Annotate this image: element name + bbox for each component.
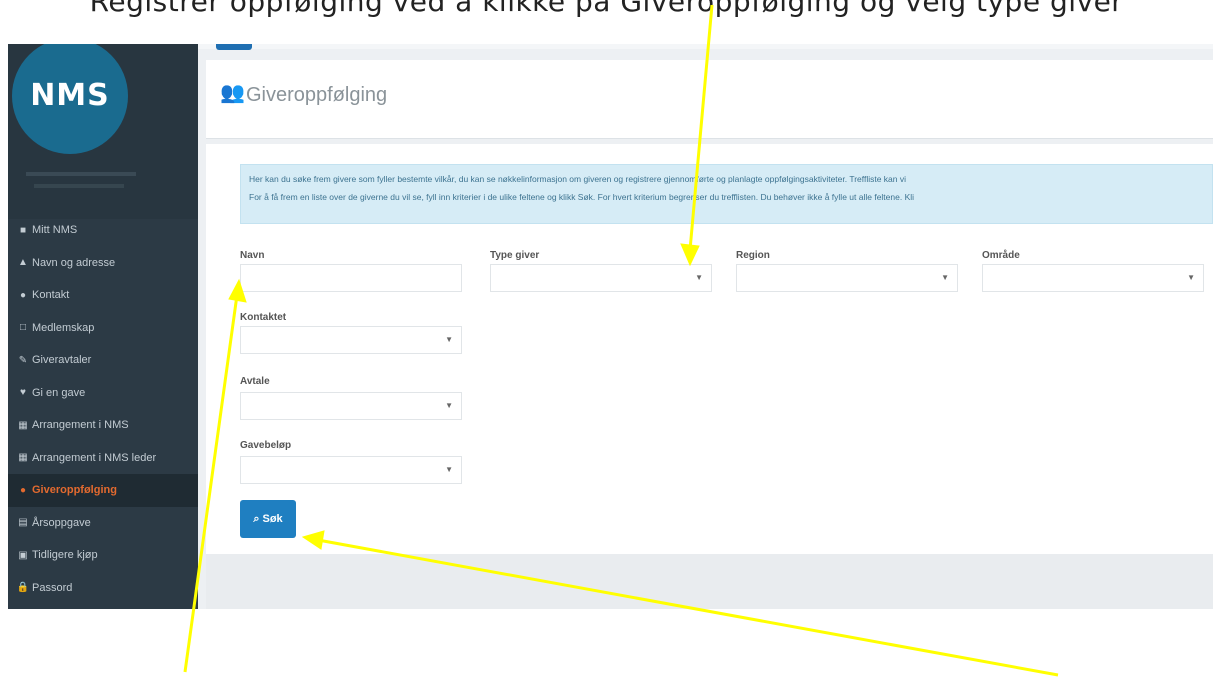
app-screenshot: NMS ■ Mitt NMS ▲ Navn og adresse ● Kontakt … [8, 44, 1213, 609]
sidebar-item-giveroppfolging[interactable]: ● Giveroppfølging [8, 474, 198, 507]
search-button[interactable]: ⌕ Søk [240, 500, 296, 538]
chevron-down-icon: ▼ [445, 401, 453, 410]
region-label: Region [736, 250, 770, 261]
chevron-down-icon: ▼ [1187, 273, 1195, 282]
sidebar-item-label: Arrangement i NMS leder [32, 451, 157, 464]
users-icon: 👥 [220, 82, 245, 104]
sidebar-item-label: Medlemskap [32, 321, 95, 334]
sidebar-item-label: Kontakt [32, 289, 70, 302]
kontaktet-select[interactable]: ▼ [240, 326, 462, 354]
sidebar-item-label: Giveroppfølging [32, 484, 117, 497]
users-icon: ● [19, 484, 27, 496]
top-bar [198, 44, 1213, 49]
page-title: Giveroppfølging [246, 84, 388, 106]
sidebar-item-medlemskap[interactable]: □ Medlemskap [8, 312, 198, 345]
sidebar-item-tidligere-kjop[interactable]: ▣ Tidligere kjøp [8, 539, 198, 572]
search-icon: ⌕ [253, 512, 260, 525]
user-info-placeholder [34, 184, 124, 188]
sidebar-item-navn-og-adresse[interactable]: ▲ Navn og adresse [8, 247, 198, 280]
chevron-down-icon: ▼ [941, 273, 949, 282]
sidebar-item-label: Årsoppgave [32, 516, 91, 529]
info-text-line-2: For å få frem en liste over de giverne d… [249, 192, 915, 202]
sidebar: NMS ■ Mitt NMS ▲ Navn og adresse ● Kontakt … [8, 44, 198, 609]
region-select[interactable]: ▼ [736, 264, 958, 292]
sidebar-menu: ■ Mitt NMS ▲ Navn og adresse ● Kontakt □ Med… [8, 214, 198, 604]
type-giver-select[interactable]: ▼ [490, 264, 712, 292]
page-footer [206, 554, 1213, 609]
gavebelop-select[interactable]: ▼ [240, 456, 462, 484]
sidebar-item-arrangement-leder[interactable]: ▦ Arrangement i NMS leder [8, 442, 198, 475]
chevron-down-icon: ▼ [445, 335, 453, 344]
avtale-select[interactable]: ▼ [240, 392, 462, 420]
home-icon: ■ [19, 224, 27, 236]
sidebar-item-mitt-nms[interactable]: ■ Mitt NMS [8, 214, 198, 247]
membership-icon: □ [19, 322, 27, 334]
info-text-line-1: Her kan du søke frem givere som fyller b… [249, 174, 907, 184]
calendar-icon: ▦ [18, 419, 28, 431]
sidebar-item-label: Giveravtaler [32, 354, 92, 367]
sidebar-item-label: Navn og adresse [32, 256, 116, 269]
type-giver-label: Type giver [490, 250, 540, 261]
user-name-placeholder [26, 172, 136, 176]
sidebar-item-kontakt[interactable]: ● Kontakt [8, 279, 198, 312]
omrade-label: Område [982, 250, 1020, 261]
avtale-label: Avtale [240, 376, 270, 387]
info-box: Her kan du søke frem givere som fyller b… [240, 164, 1213, 224]
search-panel: Her kan du søke frem givere som fyller b… [206, 144, 1213, 554]
navn-input[interactable] [240, 264, 462, 292]
sidebar-item-label: Passord [32, 581, 73, 594]
sidebar-item-arrangement[interactable]: ▦ Arrangement i NMS [8, 409, 198, 442]
sidebar-item-gi-en-gave[interactable]: ♥ Gi en gave [8, 377, 198, 410]
kontaktet-label: Kontaktet [240, 312, 287, 323]
page-header: 👥 Giveroppfølging [206, 60, 1213, 139]
sidebar-item-label: Tidligere kjøp [32, 549, 98, 562]
gavebelop-label: Gavebeløp [240, 440, 292, 451]
report-icon: ▤ [18, 517, 28, 529]
cart-icon: ▣ [18, 549, 28, 561]
chevron-down-icon: ▼ [445, 465, 453, 474]
lock-icon: 🔒 [16, 582, 30, 594]
instruction-caption: Registrer oppfølging ved å klikke på Giv… [89, 0, 1124, 18]
sidebar-item-passord[interactable]: 🔒 Passord [8, 572, 198, 605]
pen-icon: ✎ [18, 354, 28, 366]
sidebar-item-arsoppgave[interactable]: ▤ Årsoppgave [8, 507, 198, 540]
sidebar-item-label: Gi en gave [32, 386, 86, 399]
sidebar-item-label: Arrangement i NMS [32, 419, 129, 432]
sidebar-item-giveravtaler[interactable]: ✎ Giveravtaler [8, 344, 198, 377]
nms-logo[interactable]: NMS [12, 44, 128, 154]
user-icon: ▲ [18, 257, 28, 269]
chevron-down-icon: ▼ [695, 273, 703, 282]
search-button-label: Søk [262, 513, 283, 525]
sidebar-item-label: Mitt NMS [32, 224, 78, 237]
top-tab-indicator[interactable] [216, 44, 252, 50]
logo-area: NMS [8, 44, 198, 219]
heart-icon: ♥ [20, 387, 26, 399]
contact-icon: ● [19, 289, 27, 301]
calendar-icon: ▦ [18, 452, 28, 464]
omrade-select[interactable]: ▼ [982, 264, 1204, 292]
navn-label: Navn [240, 250, 265, 261]
